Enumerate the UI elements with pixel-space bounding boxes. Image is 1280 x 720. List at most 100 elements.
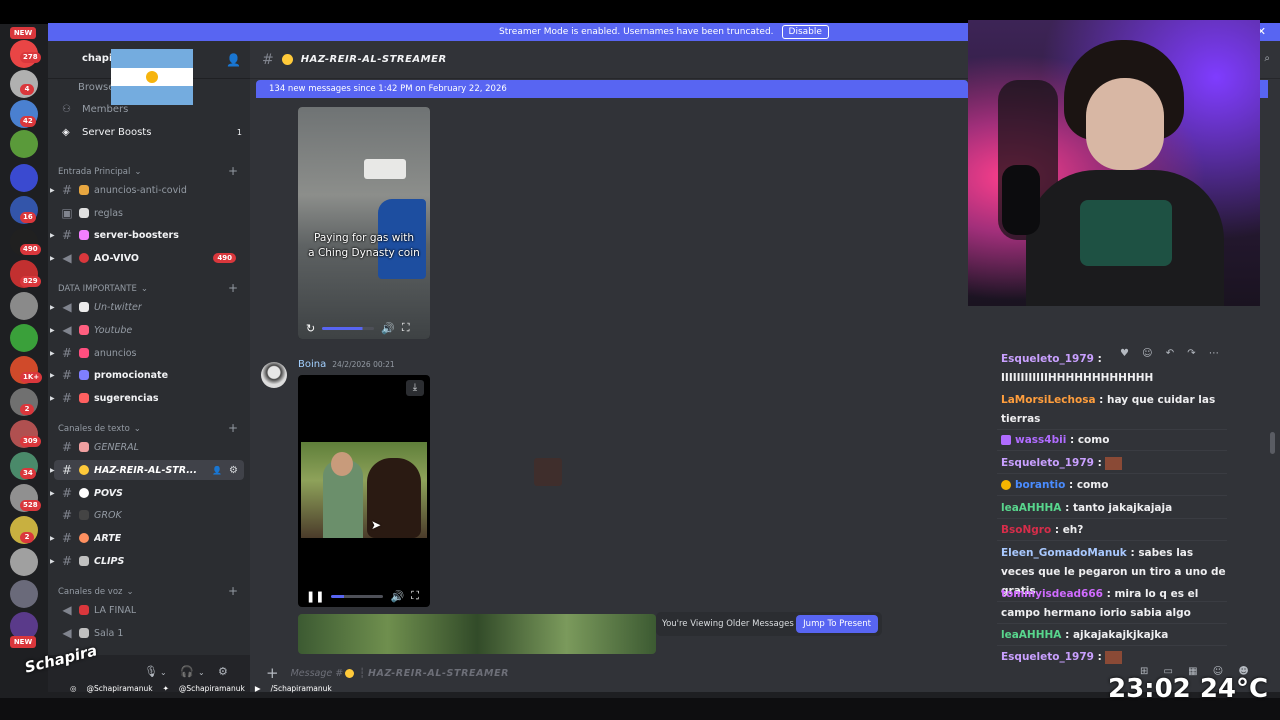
channel-label: reglas <box>94 207 123 219</box>
chat-text: ajkajakajkjkajka <box>1072 629 1169 641</box>
server-badge: 1K+ <box>20 372 43 383</box>
add-channel-icon[interactable]: + <box>228 164 238 178</box>
chat-text: eh? <box>1062 524 1084 536</box>
chat-message: Esqueleto_1979 : IIIIIIIIIIIIHHHHHHHHHHH… <box>1001 353 1154 384</box>
members-item[interactable]: ⚇ Members <box>62 104 128 115</box>
category-entrada-principal[interactable]: Entrada Principal ⌄ + <box>58 164 238 178</box>
browse-item[interactable]: Browse <box>78 82 114 93</box>
server-icon[interactable] <box>10 548 38 576</box>
add-channel-icon[interactable]: + <box>228 421 238 435</box>
channel-item[interactable]: ▶ # anuncios <box>50 343 244 363</box>
video-controls: ❚❚ 🔊 ⛶ <box>298 585 430 607</box>
clock-overlay: 23:02 24°C <box>1108 674 1268 704</box>
voice-channel-item[interactable]: ◀ Sala 1 <box>54 623 244 643</box>
channel-item[interactable]: ▶ # server-boosters <box>50 225 244 245</box>
fullscreen-icon[interactable]: ⛶ <box>402 321 410 335</box>
server-badge: 528 <box>20 500 41 511</box>
chat-username: tommyisdead666 <box>1001 588 1103 600</box>
channel-header: # HAZ-REIR-AL-STREAMER <box>250 41 968 79</box>
category-canales-de-voz[interactable]: Canales de voz ⌄ + <box>58 584 238 598</box>
progress-bar[interactable] <box>322 326 375 330</box>
channel-item[interactable]: ▶ # ARTE <box>50 528 244 548</box>
chevron-down-icon[interactable]: ⌄ <box>198 668 205 677</box>
palette-icon <box>79 533 89 543</box>
channel-item[interactable]: # GENERAL <box>54 437 244 457</box>
chevron-down-icon[interactable]: ⌄ <box>160 668 167 677</box>
search-icon[interactable]: ⌕ <box>1264 53 1270 64</box>
progress-bar[interactable] <box>331 594 384 598</box>
channel-item[interactable]: ▶ # POVS <box>50 483 244 503</box>
volume-icon[interactable]: 🔊 <box>381 322 395 335</box>
channel-item[interactable]: ▶ ◀ AO-VIVO 490 <box>50 248 244 268</box>
channel-item[interactable]: ▶ # sugerencias <box>50 388 244 408</box>
hash-icon: # <box>61 486 73 500</box>
chat-divider <box>997 645 1227 646</box>
video-player[interactable]: Paying for gas with a Ching Dynasty coin … <box>298 107 430 339</box>
chat-emote <box>1105 650 1123 664</box>
server-rail: 278 4 42 16 490 829 1K+ 2 309 34 528 2 <box>0 24 48 686</box>
voice-channel-item[interactable]: ◀ LA FINAL <box>54 600 244 620</box>
hash-icon: # <box>61 554 73 568</box>
invite-icon[interactable]: 👤 <box>212 466 222 475</box>
chat-username: Eleen_GomadoManuk <box>1001 547 1127 559</box>
add-channel-icon[interactable]: + <box>228 281 238 295</box>
category-data-importante[interactable]: DATA IMPORTANTE ⌄ + <box>58 281 238 295</box>
server-icon[interactable] <box>10 580 38 608</box>
server-icon[interactable] <box>10 324 38 352</box>
avatar[interactable] <box>261 362 287 388</box>
download-icon[interactable]: ⤓ <box>406 380 424 396</box>
server-icon[interactable] <box>10 164 38 192</box>
replay-icon[interactable]: ↻ <box>306 322 315 335</box>
channel-label: GROK <box>94 509 122 521</box>
server-badge: 4 <box>20 84 34 95</box>
bottom-strip <box>0 698 1280 720</box>
hash-icon: # <box>61 346 73 360</box>
channel-label: server-boosters <box>94 229 179 241</box>
author-name[interactable]: Boina <box>298 359 326 370</box>
channel-item[interactable]: ▶ ◀ Youtube <box>50 320 244 340</box>
image-attachment[interactable] <box>298 614 656 654</box>
channel-item[interactable]: ▶ # promocionate <box>50 365 244 385</box>
category-canales-de-texto[interactable]: Canales de texto ⌄ + <box>58 421 238 435</box>
chat-divider <box>997 495 1227 496</box>
youtube-icon: ▶ <box>254 684 261 693</box>
channel-item[interactable]: ▣ reglas <box>54 203 244 223</box>
speaker-small-icon <box>79 628 89 638</box>
crown-icon <box>79 185 89 195</box>
category-label: Canales de texto <box>58 424 130 434</box>
chat-text: tanto jakajkajaja <box>1072 502 1173 514</box>
chat-message: Esqueleto_1979 : <box>997 454 1227 474</box>
chevron-right-icon: ▶ <box>50 394 55 402</box>
video-player[interactable]: ⤓ ❚❚ 🔊 ⛶ <box>298 375 430 607</box>
message-input[interactable]: + Message # ┆ HAZ-REIR-AL-STREAMER <box>258 661 960 685</box>
server-icon[interactable] <box>10 130 38 158</box>
channel-item[interactable]: ▶ # anuncios-anti-covid <box>50 180 244 200</box>
channel-sidebar: chapi 👤 Browse ⚇ Members ◈ Server Boosts 1 … <box>48 41 250 655</box>
disable-button[interactable]: Disable <box>781 25 829 39</box>
add-channel-icon[interactable]: + <box>228 584 238 598</box>
flag-icon <box>79 605 89 615</box>
new-messages-bar[interactable]: 134 new messages since 1:42 PM on Februa… <box>256 80 968 98</box>
channel-item[interactable]: ▶ ◀ Un-twitter <box>50 297 244 317</box>
invite-icon[interactable]: 👤 <box>226 53 241 67</box>
add-attachment-icon[interactable]: + <box>266 664 279 682</box>
chat-username: Esqueleto_1979 <box>1001 651 1094 663</box>
settings-icon[interactable]: ⚙ <box>229 465 238 476</box>
headphones-icon[interactable]: 🎧 <box>180 665 194 678</box>
scrollbar[interactable] <box>1270 432 1275 454</box>
settings-icon[interactable]: ⚙ <box>218 665 228 678</box>
chat-username: borantio <box>1015 479 1066 491</box>
chat-message: Esqueleto_1979 : <box>1001 648 1227 667</box>
server-boosts-item[interactable]: ◈ Server Boosts 1 <box>62 127 242 138</box>
message-timestamp: 24/2/2026 00:21 <box>332 360 395 369</box>
channel-item[interactable]: # GROK <box>54 505 244 525</box>
pause-icon[interactable]: ❚❚ <box>306 590 324 603</box>
volume-icon[interactable]: 🔊 <box>390 590 404 603</box>
channel-item-selected[interactable]: ▶ # HAZ-REIR-AL-STR... ⚙ 👤 <box>50 460 244 480</box>
fullscreen-icon[interactable]: ⛶ <box>411 589 419 603</box>
jump-to-present-button[interactable]: Jump To Present <box>796 615 878 633</box>
microphone-icon[interactable]: 🎙 <box>144 665 158 678</box>
server-badge: 2 <box>20 532 34 543</box>
channel-item[interactable]: ▶ # CLIPS <box>50 551 244 571</box>
server-icon[interactable] <box>10 292 38 320</box>
